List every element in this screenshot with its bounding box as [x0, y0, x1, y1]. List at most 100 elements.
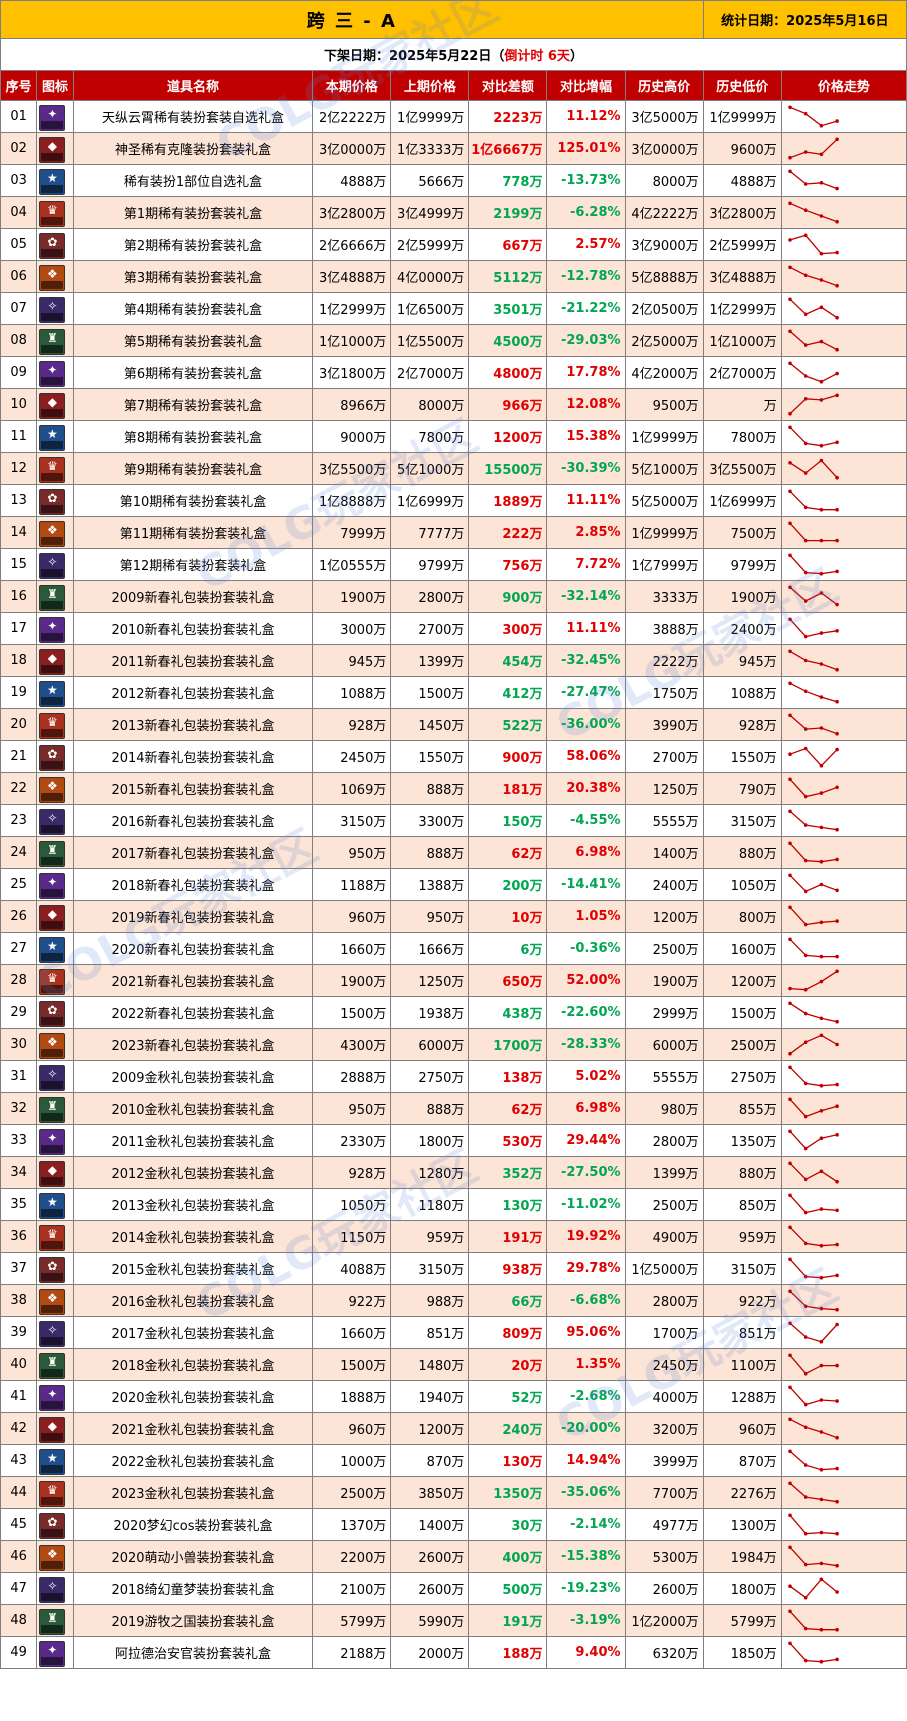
row-trend-cell: [780, 356, 907, 389]
header-history-high: 历史高价: [624, 70, 704, 101]
trend-point: [803, 111, 808, 116]
row-item-name: 第2期稀有装扮套装礼盒: [72, 228, 314, 261]
row-trend-cell: [780, 1188, 907, 1221]
trend-line: [789, 1034, 838, 1055]
row-trend-cell: [780, 1252, 907, 1285]
trend-point: [819, 1275, 823, 1280]
trend-sparkline: [787, 1033, 839, 1056]
trend-line: [789, 1514, 837, 1535]
row-seq: 24: [0, 836, 38, 869]
row-trend-cell: [780, 1636, 907, 1669]
trend-point: [787, 1065, 792, 1070]
row-difference: 6万: [468, 932, 548, 965]
trend-point: [819, 1016, 823, 1021]
spring-2019-icon: ◆: [39, 904, 66, 931]
table-row: 24 ♜ 2017新春礼包装扮套装礼盒 950万 888万 62万 6.98% 1400万 88…: [0, 836, 907, 869]
table-row: 36 ♛ 2014金秋礼包装扮套装礼盒 1150万 959万 191万 19.92% 4900…: [0, 1220, 907, 1253]
row-seq: 38: [0, 1284, 38, 1317]
trend-sparkline: [787, 1257, 839, 1280]
trend-line: [789, 1354, 837, 1375]
row-seq: 30: [0, 1028, 38, 1061]
row-seq: 15: [0, 548, 38, 581]
trend-point: [835, 393, 839, 398]
trend-point: [803, 889, 808, 894]
row-trend-cell: [780, 484, 907, 517]
trend-line: [789, 1386, 837, 1406]
trend-point: [803, 1531, 808, 1536]
table-row: 17 ✦ 2010新春礼包装扮套装礼盒 3000万 2700万 300万 11.11% 388…: [0, 612, 907, 645]
row-seq: 16: [0, 580, 38, 613]
row-difference: 756万: [468, 548, 548, 581]
autumn-2021-icon: ◆: [39, 1416, 66, 1443]
row-change-pct: 20.38%: [546, 772, 626, 805]
trend-line: [789, 1226, 837, 1247]
trend-point: [803, 273, 808, 278]
holy-clone-icon: ◆: [39, 136, 66, 163]
row-item-name: 2018金秋礼包装扮套装礼盒: [72, 1348, 314, 1381]
row-history-low: 1100万: [702, 1348, 782, 1381]
row-difference: 966万: [468, 388, 548, 421]
trend-sparkline: [787, 1129, 839, 1151]
trend-point: [835, 371, 839, 376]
row-history-high: 2600万: [624, 1572, 704, 1605]
row-trend-cell: [780, 772, 907, 805]
row-change-pct: 12.08%: [546, 388, 626, 421]
trend-line: [789, 330, 838, 351]
trend-point: [787, 585, 792, 590]
trend-sparkline: [787, 1513, 839, 1536]
trend-point: [835, 250, 839, 255]
trend-point: [835, 1133, 839, 1137]
trend-point: [835, 731, 839, 736]
trend-sparkline: [787, 1289, 839, 1312]
row-trend-cell: [780, 1028, 907, 1061]
trend-point: [787, 713, 792, 718]
trend-point: [803, 1114, 808, 1119]
row-current-price: 4888万: [312, 164, 392, 197]
table-row: 48 ♜ 2019游牧之国装扮套装礼盒 5799万 5990万 191万 -3.19% 1亿2…: [0, 1604, 907, 1637]
trend-line: [789, 938, 837, 958]
row-item-name: 第10期稀有装扮套装礼盒: [72, 484, 314, 517]
row-difference: 1亿6667万: [468, 132, 548, 165]
table-row: 32 ♜ 2010金秋礼包装扮套装礼盒 950万 888万 62万 6.98% 980万 855…: [0, 1092, 907, 1125]
row-trend-cell: [780, 1604, 907, 1637]
trend-point: [835, 1466, 839, 1471]
trend-sparkline: [787, 458, 839, 480]
row-item-name: 第5期稀有装扮套装礼盒: [72, 324, 314, 357]
row-history-high: 4亿2222万: [624, 196, 704, 229]
row-change-pct: -29.03%: [546, 324, 626, 357]
row-difference: 900万: [468, 740, 548, 773]
row-history-low: 850万: [702, 1188, 782, 1221]
trend-sparkline: [787, 809, 839, 832]
table-row: 21 ✿ 2014新春礼包装扮套装礼盒 2450万 1550万 900万 58.06% 270…: [0, 740, 907, 773]
row-previous-price: 1亿9999万: [390, 100, 470, 133]
row-current-price: 9000万: [312, 420, 392, 453]
trend-point: [819, 305, 823, 310]
row-seq: 26: [0, 900, 38, 933]
row-current-price: 1188万: [312, 868, 392, 901]
trend-point: [819, 571, 823, 576]
autumn-2013-icon: ★: [39, 1192, 66, 1219]
row-change-pct: -20.00%: [546, 1412, 626, 1445]
row-change-pct: -6.68%: [546, 1284, 626, 1317]
row-difference: 66万: [468, 1284, 548, 1317]
trend-point: [787, 937, 792, 942]
row-item-name: 2011新春礼包装扮套装礼盒: [72, 644, 314, 677]
trend-point: [803, 1081, 808, 1086]
row-difference: 1350万: [468, 1476, 548, 1509]
row-history-low: 945万: [702, 644, 782, 677]
row-seq: 25: [0, 868, 38, 901]
row-seq: 32: [0, 1092, 38, 1125]
trend-point: [803, 1371, 808, 1376]
row-difference: 1200万: [468, 420, 548, 453]
trend-point: [819, 825, 823, 830]
row-change-pct: 1.05%: [546, 900, 626, 933]
row-seq: 07: [0, 292, 38, 325]
trend-point: [835, 1590, 839, 1594]
row-history-high: 3999万: [624, 1444, 704, 1477]
trend-point: [787, 905, 792, 910]
row-history-low: 1350万: [702, 1124, 782, 1157]
row-trend-cell: [780, 676, 907, 709]
row-history-high: 1200万: [624, 900, 704, 933]
trend-point: [787, 1051, 792, 1056]
trend-point: [803, 727, 808, 731]
